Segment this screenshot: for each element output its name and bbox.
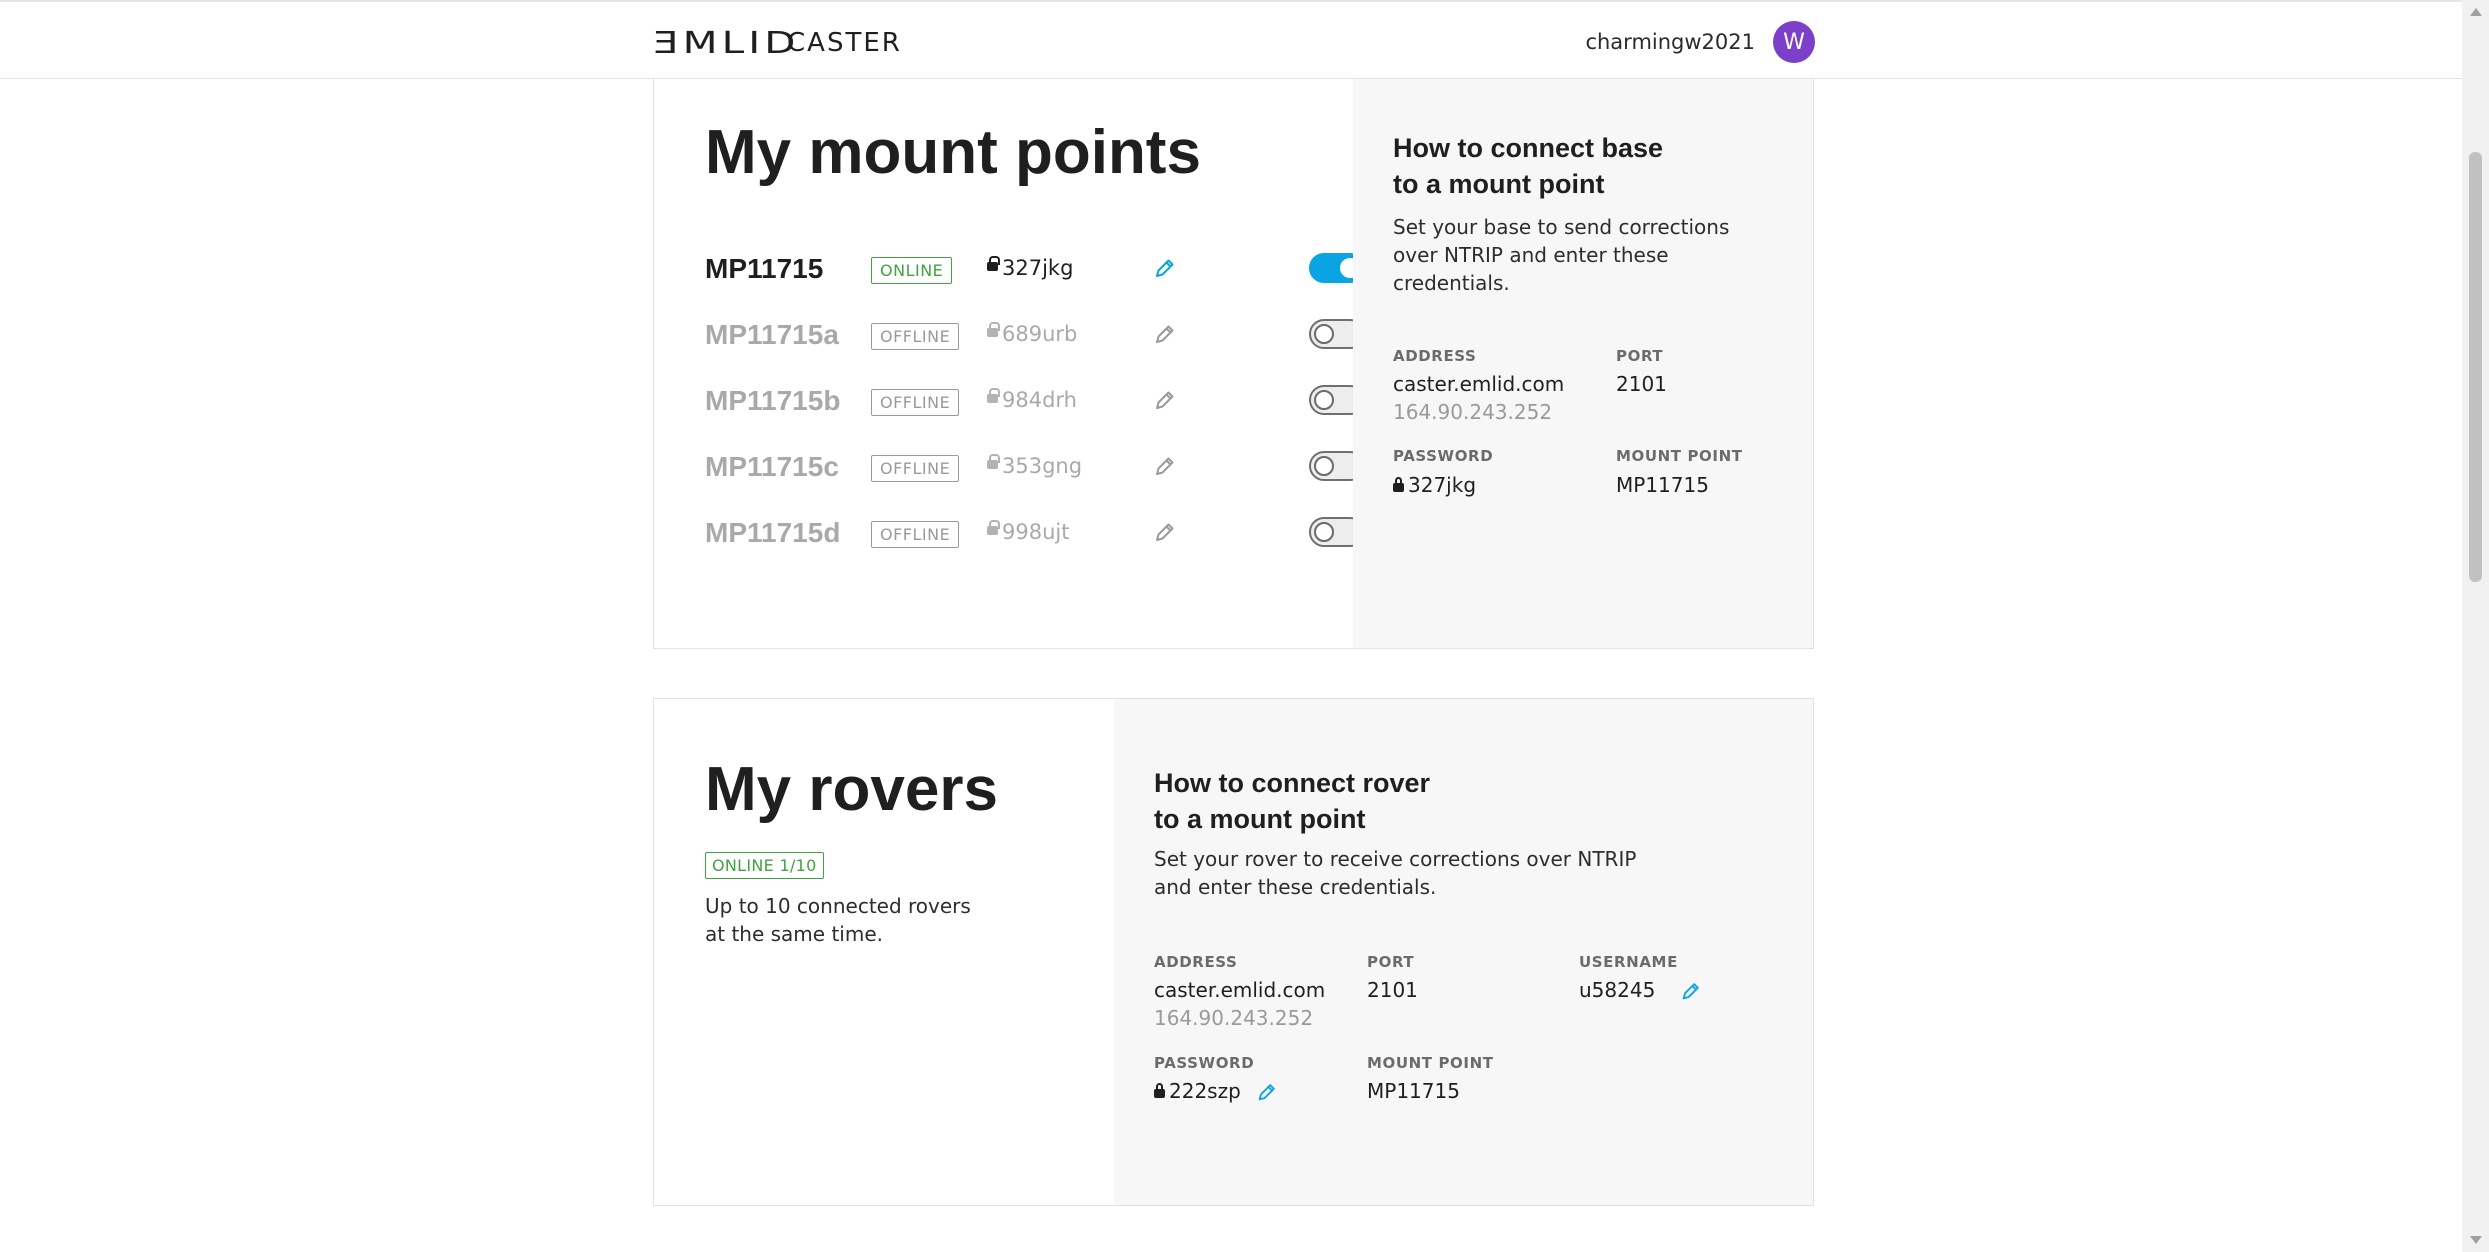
lock-icon	[1393, 477, 1404, 492]
top-bar: ƎMLID CASTER charmingw2021 W	[0, 0, 2462, 79]
mount-point-status-badge: OFFLINE	[871, 521, 960, 548]
rover-help-title: How to connect rover to a mount point	[1154, 765, 1430, 837]
base-help-description: Set your base to send corrections over N…	[1393, 213, 1729, 297]
base-address-value: caster.emlid.com	[1393, 372, 1565, 396]
rovers-description: Up to 10 connected rovers at the same ti…	[705, 892, 1005, 948]
logo-mark: ƎMLID	[653, 25, 800, 61]
rover-username-value: u58245	[1579, 978, 1656, 1002]
mount-points-title: My mount points	[705, 118, 1201, 187]
base-help-title-line1: How to connect base	[1393, 133, 1664, 163]
user-menu[interactable]: charmingw2021 W	[1585, 21, 1815, 63]
mount-point-password: 327jkg	[1002, 256, 1074, 280]
rovers-desc-line1: Up to 10 connected rovers	[705, 894, 971, 918]
base-mountpoint-value: MP11715	[1616, 473, 1709, 497]
rover-port-label: PORT	[1367, 953, 1415, 971]
base-port-value: 2101	[1616, 372, 1667, 396]
mount-point-status-badge: ONLINE	[871, 257, 953, 284]
edit-pencil-icon[interactable]	[1153, 454, 1177, 478]
mount-point-row: MP11715c OFFLINE 353gng	[705, 447, 1365, 487]
mount-point-name: MP11715d	[705, 517, 841, 548]
mount-point-name: MP11715a	[705, 319, 839, 350]
rover-address-value: caster.emlid.com	[1154, 978, 1326, 1002]
rovers-card: My rovers ONLINE 1/10 Up to 10 connected…	[653, 698, 1814, 1206]
lock-icon	[987, 256, 1000, 271]
edit-pencil-icon[interactable]	[1153, 388, 1177, 412]
rover-mountpoint-value: MP11715	[1367, 1079, 1460, 1103]
edit-username-icon[interactable]	[1680, 980, 1702, 1002]
base-mountpoint-label: MOUNT POINT	[1616, 447, 1743, 465]
rover-port-value: 2101	[1367, 978, 1418, 1002]
rover-help-desc-line1: Set your rover to receive corrections ov…	[1154, 847, 1637, 871]
rover-help-description: Set your rover to receive corrections ov…	[1154, 845, 1636, 901]
rover-address-label: ADDRESS	[1154, 953, 1238, 971]
mount-point-row: MP11715b OFFLINE 984drh	[705, 381, 1365, 421]
lock-icon	[987, 520, 1000, 535]
rovers-desc-line2: at the same time.	[705, 922, 883, 946]
base-ip-value: 164.90.243.252	[1393, 400, 1553, 424]
edit-pencil-icon[interactable]	[1153, 256, 1177, 280]
rover-help-title-line2: to a mount point	[1154, 804, 1366, 834]
scroll-down-arrow-icon[interactable]	[2470, 1236, 2482, 1244]
rover-help-title-line1: How to connect rover	[1154, 768, 1431, 798]
emlid-caster-logo[interactable]: ƎMLID CASTER	[653, 25, 902, 61]
base-port-label: PORT	[1616, 347, 1664, 365]
rover-ip-value: 164.90.243.252	[1154, 1006, 1314, 1030]
mount-point-row: MP11715 ONLINE 327jkg	[705, 249, 1365, 289]
rover-password-value: 222szp	[1169, 1079, 1241, 1103]
mount-point-row: MP11715d OFFLINE 998ujt	[705, 513, 1365, 553]
rover-mountpoint-label: MOUNT POINT	[1367, 1054, 1494, 1072]
base-address-label: ADDRESS	[1393, 347, 1477, 365]
edit-pencil-icon[interactable]	[1153, 322, 1177, 346]
scroll-up-arrow-icon[interactable]	[2470, 8, 2482, 16]
mount-point-password: 984drh	[1002, 388, 1077, 412]
username[interactable]: charmingw2021	[1585, 30, 1755, 54]
base-help-title: How to connect base to a mount point	[1393, 130, 1663, 202]
mount-point-name: MP11715c	[705, 451, 839, 482]
lock-icon	[987, 388, 1000, 403]
edit-pencil-icon[interactable]	[1153, 520, 1177, 544]
lock-icon	[987, 322, 1000, 337]
mount-point-name: MP11715	[705, 253, 824, 284]
mount-point-password: 998ujt	[1002, 520, 1070, 544]
rover-connect-help: How to connect rover to a mount point Se…	[1114, 699, 1813, 1205]
base-help-desc-line2: over NTRIP and enter these	[1393, 243, 1669, 267]
mount-points-card: My mount points MP11715 ONLINE 327jkg MP117…	[653, 79, 1814, 649]
avatar[interactable]: W	[1773, 21, 1815, 63]
scroll-thumb[interactable]	[2469, 152, 2482, 582]
base-connect-help: How to connect base to a mount point Set…	[1353, 79, 1813, 648]
mount-point-status-badge: OFFLINE	[871, 389, 960, 416]
rover-username-label: USERNAME	[1579, 953, 1678, 971]
base-help-desc-line1: Set your base to send corrections	[1393, 215, 1730, 239]
rovers-title: My rovers	[705, 755, 998, 824]
base-password-value: 327jkg	[1408, 473, 1477, 497]
page-scrollbar[interactable]	[2462, 0, 2489, 1252]
rover-password-label: PASSWORD	[1154, 1054, 1255, 1072]
rover-help-desc-line2: and enter these credentials.	[1154, 875, 1437, 899]
base-help-desc-line3: credentials.	[1393, 271, 1510, 295]
mount-point-row: MP11715a OFFLINE 689urb	[705, 315, 1365, 355]
rover-password: 222szp	[1154, 1079, 1241, 1103]
mount-point-password: 353gng	[1002, 454, 1083, 478]
edit-password-icon[interactable]	[1256, 1081, 1278, 1103]
mount-point-status-badge: OFFLINE	[871, 455, 960, 482]
base-password: 327jkg	[1393, 473, 1476, 497]
mount-point-status-badge: OFFLINE	[871, 323, 960, 350]
lock-icon	[1154, 1083, 1165, 1098]
rovers-online-badge: ONLINE 1/10	[705, 852, 824, 879]
mount-point-name: MP11715b	[705, 385, 841, 416]
base-password-label: PASSWORD	[1393, 447, 1494, 465]
base-help-title-line2: to a mount point	[1393, 169, 1605, 199]
lock-icon	[987, 454, 1000, 469]
mount-point-password: 689urb	[1002, 322, 1078, 346]
